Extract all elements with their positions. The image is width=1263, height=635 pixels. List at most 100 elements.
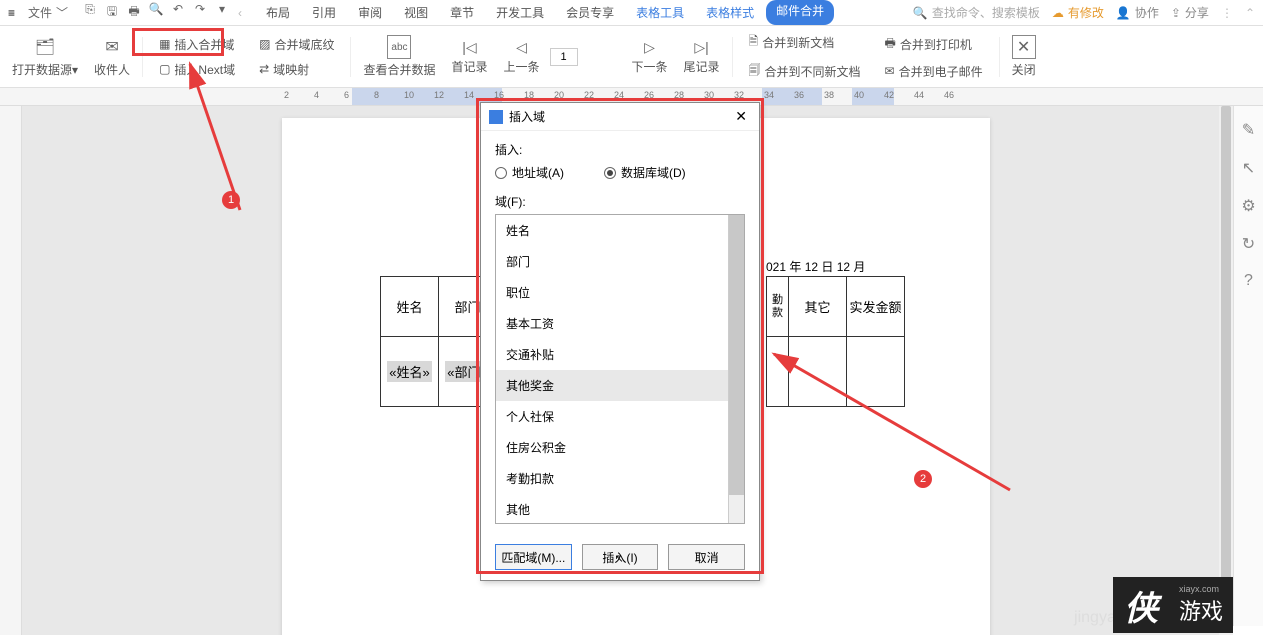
listbox-scrollbar[interactable]: [728, 215, 744, 523]
field-list-item[interactable]: 其他: [496, 494, 728, 524]
field-map-button[interactable]: ⇄ 域映射: [255, 59, 313, 80]
tab-mail-merge[interactable]: 邮件合并: [766, 0, 834, 25]
table-header: 姓名: [381, 277, 439, 337]
collab-button[interactable]: 👤 协作: [1116, 4, 1159, 21]
field-list-item[interactable]: 部门: [496, 246, 728, 277]
dialog-title-text: 插入域: [509, 108, 545, 125]
tab-view[interactable]: 视图: [394, 0, 438, 25]
field-list-item[interactable]: 交通补贴: [496, 339, 728, 370]
chevron-down-icon: ▾: [72, 63, 78, 77]
table-cell[interactable]: «姓名»: [381, 337, 439, 407]
ruler-tick: 40: [854, 90, 864, 100]
prev-icon: ◁: [511, 39, 531, 56]
print-icon[interactable]: 🖶: [126, 2, 142, 23]
insert-next-field-button[interactable]: ▢ 插入Next域: [155, 59, 239, 80]
ruler-tick: 16: [494, 90, 504, 100]
tab-member[interactable]: 会员专享: [556, 0, 624, 25]
tab-table-style[interactable]: 表格样式: [696, 0, 764, 25]
modify-status[interactable]: ☁ 有修改: [1052, 4, 1104, 21]
field-list-item[interactable]: 住房公积金: [496, 432, 728, 463]
table-cell[interactable]: [767, 337, 789, 407]
field-list-item[interactable]: 基本工资: [496, 308, 728, 339]
view-merge-data-button[interactable]: abc 查看合并数据: [357, 35, 441, 78]
insert-button[interactable]: 插入(I)↖: [582, 544, 659, 570]
more-icon[interactable]: ⋮: [1221, 6, 1233, 20]
insert-field-dialog: 插入域 ✕ 插入: 地址域(A) 数据库域(D) 域(F): 姓名部门职位基本工…: [480, 102, 760, 581]
tab-layout[interactable]: 布局: [256, 0, 300, 25]
ruler-tick: 14: [464, 90, 474, 100]
prev-record-button[interactable]: ◁ 上一条: [497, 39, 545, 75]
last-record-button[interactable]: ▷| 尾记录: [678, 39, 726, 75]
ruler-tick: 2: [284, 90, 289, 100]
new-icon[interactable]: ⎘: [82, 2, 98, 23]
ruler-tick: 46: [944, 90, 954, 100]
radio-icon: [604, 167, 616, 179]
expand-icon[interactable]: ⌃: [1245, 6, 1255, 20]
next-record-button[interactable]: ▷ 下一条: [626, 39, 674, 75]
merge-to-diffdoc-button[interactable]: 🗐 合并到不同新文档: [745, 59, 865, 84]
cursor-icon: ↖: [614, 552, 623, 565]
watermark-baidu: Baidu 经验: [995, 529, 1173, 575]
record-number-input[interactable]: [550, 48, 578, 66]
field-list-item[interactable]: 个人社保: [496, 401, 728, 432]
annotation-badge-2: 2: [914, 470, 932, 488]
search-box[interactable]: 🔍 查找命令、搜索模板: [913, 4, 1040, 21]
fields-label: 域(F):: [495, 193, 745, 210]
datasource-icon: 🗂: [33, 35, 57, 59]
tab-devtools[interactable]: 开发工具: [486, 0, 554, 25]
merge-to-email-button[interactable]: ✉ 合并到电子邮件: [881, 61, 987, 82]
save-icon[interactable]: 🖫: [104, 2, 120, 23]
tab-review[interactable]: 审阅: [348, 0, 392, 25]
chevron-left-icon[interactable]: ‹: [238, 6, 242, 20]
file-menu[interactable]: 文件 ﹀: [24, 4, 72, 21]
insert-merge-field-button[interactable]: ▦ 插入合并域: [155, 34, 238, 55]
merge-shading-button[interactable]: ▨ 合并域底纹: [255, 34, 338, 55]
ruler-tick: 20: [554, 90, 564, 100]
redo-icon[interactable]: ↷: [192, 2, 208, 23]
next-icon: ▷: [640, 39, 660, 56]
tab-reference[interactable]: 引用: [302, 0, 346, 25]
field-list-item[interactable]: 其他奖金: [496, 370, 728, 401]
hamburger-icon[interactable]: ≡: [8, 6, 22, 20]
radio-address-field[interactable]: 地址域(A): [495, 164, 564, 181]
tab-table-tools[interactable]: 表格工具: [626, 0, 694, 25]
help-tool-icon[interactable]: ?: [1244, 272, 1253, 290]
field-list-item[interactable]: 职位: [496, 277, 728, 308]
annotation-badge-1: 1: [222, 191, 240, 209]
open-datasource-button[interactable]: 🗂 打开数据源▾: [6, 35, 84, 78]
recipients-button[interactable]: ✉ 收件人: [88, 35, 136, 78]
field-list-item[interactable]: 姓名: [496, 215, 728, 246]
share-button[interactable]: ⇪ 分享: [1171, 4, 1209, 21]
preview-icon[interactable]: 🔍: [148, 2, 164, 23]
select-tool-icon[interactable]: ↖: [1242, 158, 1255, 178]
field-listbox[interactable]: 姓名部门职位基本工资交通补贴其他奖金个人社保住房公积金考勤扣款其他实发金额: [496, 215, 728, 523]
ruler-tick: 6: [344, 90, 349, 100]
table-cell[interactable]: [847, 337, 905, 407]
vertical-ruler: [0, 106, 22, 635]
cloud-icon: ☁: [1052, 6, 1064, 20]
merge-to-newdoc-button[interactable]: 🗎 合并到新文档: [745, 30, 839, 55]
tab-section[interactable]: 章节: [440, 0, 484, 25]
ruler-tick: 42: [884, 90, 894, 100]
close-mailmerge-button[interactable]: ✕ 关闭: [1006, 35, 1042, 78]
scrollbar-thumb[interactable]: [1221, 106, 1231, 616]
ruler-tick: 24: [614, 90, 624, 100]
cancel-button[interactable]: 取消: [668, 544, 745, 570]
undo-icon[interactable]: ↶: [170, 2, 186, 23]
table-cell[interactable]: [789, 337, 847, 407]
match-fields-button[interactable]: 匹配域(M)...: [495, 544, 572, 570]
table-header: 实发金额: [847, 277, 905, 337]
edit-tool-icon[interactable]: ✎: [1242, 120, 1255, 140]
merge-to-printer-button[interactable]: 🖶 合并到打印机: [881, 32, 976, 57]
qat-dropdown-icon[interactable]: ▾: [214, 2, 230, 23]
radio-database-field[interactable]: 数据库域(D): [604, 164, 686, 181]
first-record-button[interactable]: |◁ 首记录: [445, 39, 493, 75]
vertical-scrollbar[interactable]: [1219, 106, 1233, 635]
dialog-close-button[interactable]: ✕: [731, 108, 751, 125]
shading-icon: ▨: [259, 37, 270, 51]
insert-label: 插入:: [495, 141, 745, 158]
settings-tool-icon[interactable]: ⚙: [1241, 196, 1255, 216]
ruler-tick: 26: [644, 90, 654, 100]
history-tool-icon[interactable]: ↻: [1242, 234, 1255, 254]
field-list-item[interactable]: 考勤扣款: [496, 463, 728, 494]
